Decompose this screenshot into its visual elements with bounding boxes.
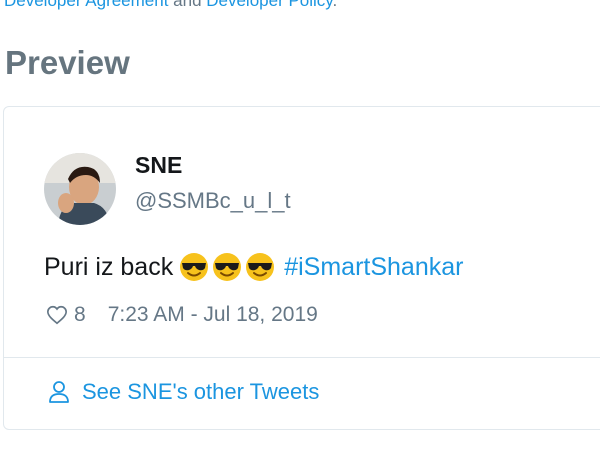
avatar-image	[44, 153, 116, 225]
developer-policy-link[interactable]: Developer Policy	[206, 0, 332, 10]
see-other-tweets-link[interactable]: See SNE's other Tweets	[48, 379, 319, 405]
and-text: and	[168, 0, 207, 10]
user-handle[interactable]: @SSMBc_u_l_t	[135, 188, 291, 214]
card-divider	[4, 357, 600, 358]
tweet-body: Puri iz back #iSmartShankar	[44, 252, 463, 282]
person-icon	[49, 381, 69, 403]
heart-icon[interactable]	[46, 304, 68, 326]
embed-preview-page: Developer Agreement and Developer Policy…	[0, 0, 600, 450]
tweet-card: SNE @SSMBc_u_l_t Puri iz back #iSmartSha…	[3, 106, 600, 430]
tweet-meta: 8 7:23 AM - Jul 18, 2019	[46, 303, 318, 327]
tweet-text: Puri iz back	[44, 252, 174, 281]
period-text: .	[332, 0, 338, 10]
sunglasses-emoji-icon	[180, 253, 209, 281]
avatar[interactable]	[44, 153, 116, 225]
display-name[interactable]: SNE	[135, 152, 182, 179]
preview-heading: Preview	[5, 44, 130, 81]
hashtag-link[interactable]: #iSmartShankar	[284, 253, 463, 282]
developer-agreement-link[interactable]: Developer Agreement	[4, 0, 168, 10]
like-count[interactable]: 8	[74, 303, 86, 327]
tweet-timestamp[interactable]: 7:23 AM - Jul 18, 2019	[108, 303, 318, 327]
sunglasses-emoji-icon	[213, 253, 242, 281]
developer-terms-text: Developer Agreement and Developer Policy…	[4, 0, 337, 11]
emoji-group	[179, 252, 278, 282]
sunglasses-emoji-icon	[246, 253, 275, 281]
see-other-tweets-label: See SNE's other Tweets	[82, 379, 320, 404]
